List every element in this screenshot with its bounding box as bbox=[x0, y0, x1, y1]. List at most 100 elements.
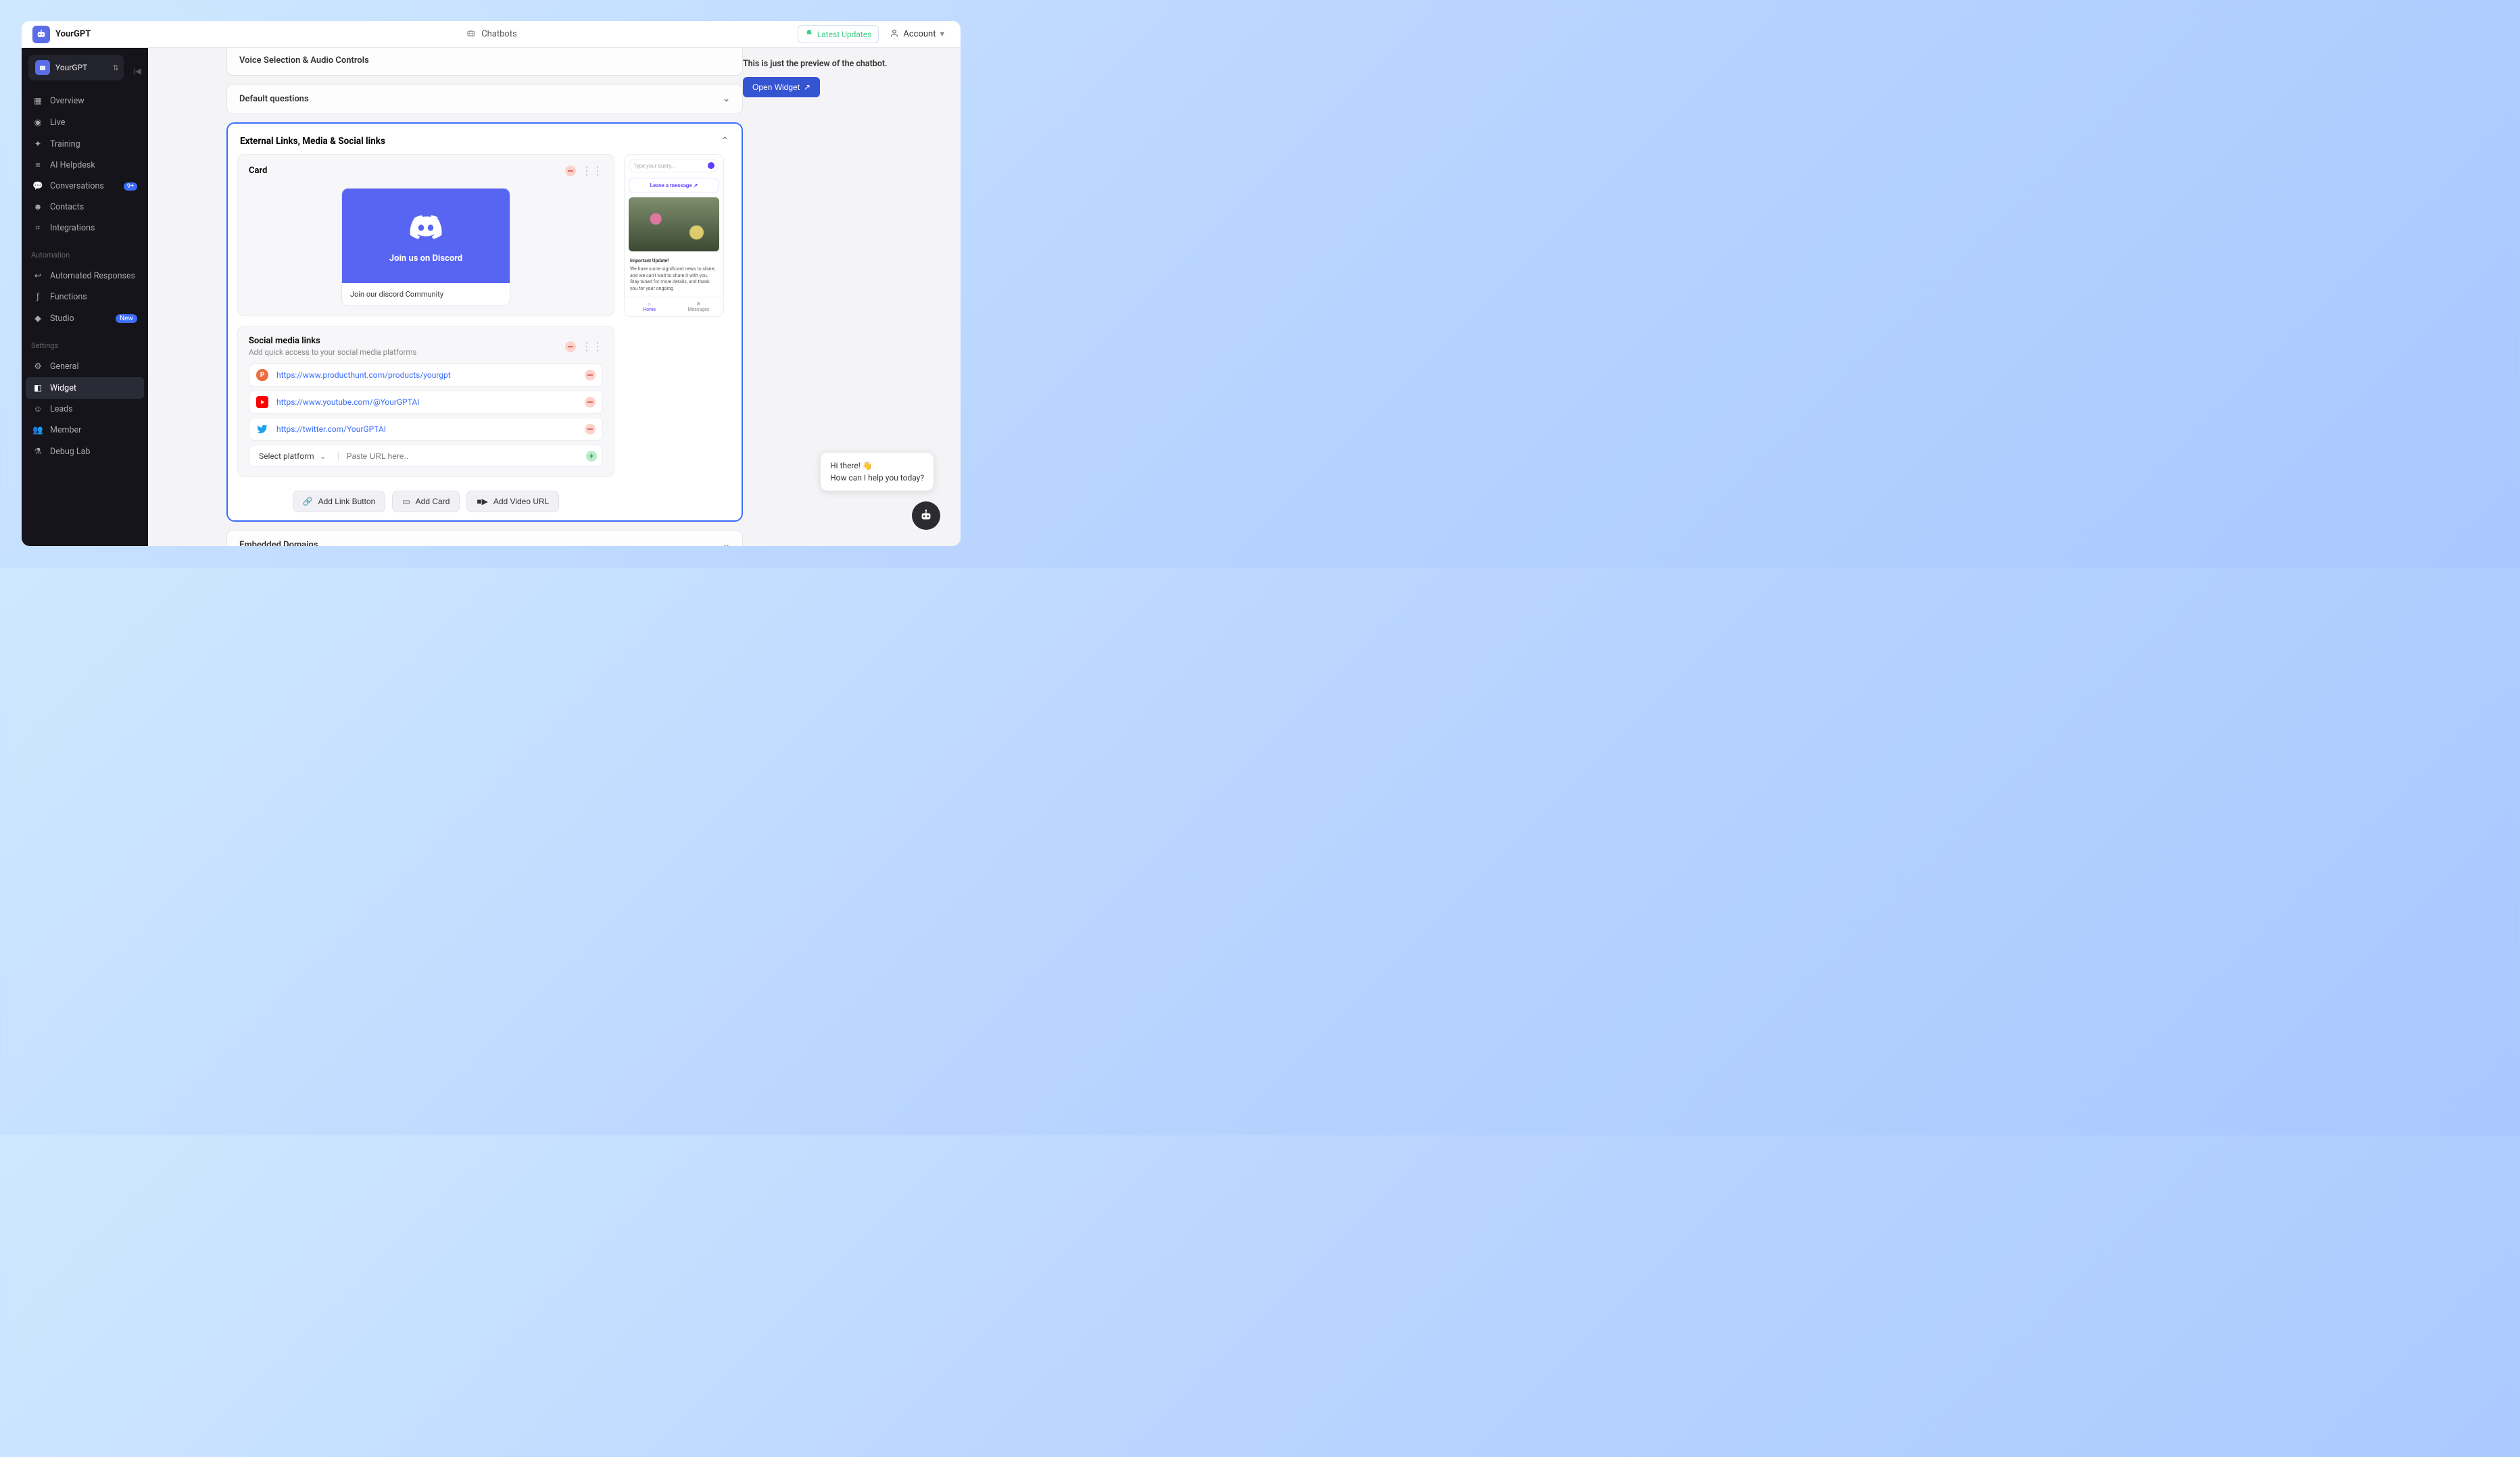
link-icon: 🔗 bbox=[303, 497, 313, 506]
social-link-row: https://www.youtube.com/@YourGPTAI bbox=[249, 391, 603, 414]
add-link-button[interactable] bbox=[586, 451, 597, 462]
section-voice[interactable]: Voice Selection & Audio Controls bbox=[226, 48, 743, 76]
remove-link-button[interactable] bbox=[585, 424, 596, 435]
remove-link-button[interactable] bbox=[585, 397, 596, 408]
card-editor: Card ⋮⋮ bbox=[237, 154, 614, 316]
user-icon bbox=[890, 28, 899, 41]
robot-icon bbox=[465, 28, 476, 41]
sidebar-item-studio[interactable]: ◆ Studio New bbox=[26, 307, 144, 329]
sidebar-item-live[interactable]: ◉ Live bbox=[26, 112, 144, 133]
sidebar-item-contacts[interactable]: ☻ Contacts bbox=[26, 197, 144, 218]
youtube-icon bbox=[256, 396, 268, 408]
preview-input: Type your query... bbox=[629, 159, 719, 172]
chat-icon: 💬 bbox=[32, 181, 43, 191]
sidebar: YourGPT ⇅ |◀ ▦ Overview ◉ Live ✦ Trainin… bbox=[22, 48, 148, 546]
chevron-down-icon: ⌄ bbox=[723, 540, 730, 546]
external-link-icon: ↗ bbox=[804, 82, 810, 92]
social-link[interactable]: https://www.producthunt.com/products/you… bbox=[276, 370, 451, 380]
workspace-selector[interactable]: YourGPT ⇅ bbox=[28, 55, 124, 80]
drag-handle-icon[interactable]: ⋮⋮ bbox=[581, 340, 603, 353]
discord-card-preview: Join us on Discord Join our discord Comm… bbox=[341, 188, 510, 306]
arrow-icon: ↗ bbox=[694, 182, 698, 189]
add-link-button-btn[interactable]: 🔗 Add Link Button bbox=[293, 491, 386, 512]
chevron-down-icon: ▾ bbox=[940, 29, 944, 39]
brand-name: YourGPT bbox=[55, 29, 91, 39]
live-icon: ◉ bbox=[32, 117, 43, 128]
social-link[interactable]: https://twitter.com/YourGPTAI bbox=[276, 424, 386, 434]
studio-icon: ◆ bbox=[32, 313, 43, 324]
training-icon: ✦ bbox=[32, 139, 43, 149]
chat-launcher-button[interactable] bbox=[912, 501, 940, 530]
preview-cta: Leave a message ↗ bbox=[629, 178, 719, 193]
sidebar-item-member[interactable]: 👥 Member bbox=[26, 420, 144, 441]
topbar-tab-chatbots[interactable]: Chatbots bbox=[481, 29, 517, 39]
sidebar-item-automated-responses[interactable]: ↩ Automated Responses bbox=[26, 265, 144, 287]
url-input[interactable] bbox=[347, 451, 579, 461]
add-social-row: Select platform ⌄ | bbox=[249, 445, 603, 467]
chevron-down-icon: ⌄ bbox=[320, 451, 326, 461]
social-links-editor: Social media links Add quick access to y… bbox=[237, 326, 614, 477]
sidebar-item-overview[interactable]: ▦ Overview bbox=[26, 90, 144, 112]
drag-handle-icon[interactable]: ⋮⋮ bbox=[581, 164, 603, 177]
video-icon: ■▶ bbox=[477, 497, 487, 506]
section-external-links: External Links, Media & Social links ⌃ C… bbox=[226, 122, 743, 522]
send-icon bbox=[708, 162, 714, 169]
sidebar-section-automation: Automation bbox=[22, 241, 148, 262]
section-embedded-domains[interactable]: Embedded Domains ⌄ bbox=[226, 530, 743, 546]
workspace-icon bbox=[35, 60, 50, 75]
section-default-questions[interactable]: Default questions ⌄ bbox=[226, 84, 743, 114]
producthunt-icon: P bbox=[256, 369, 268, 381]
widget-mini-preview: Type your query... Leave a message ↗ Per… bbox=[624, 154, 724, 317]
widget-icon: ◧ bbox=[32, 382, 43, 393]
sidebar-section-settings: Settings bbox=[22, 332, 148, 353]
preview-note: This is just the preview of the chatbot. bbox=[743, 59, 940, 69]
home-icon: ⌂ bbox=[625, 301, 674, 307]
account-menu[interactable]: Account ▾ bbox=[884, 25, 950, 44]
remove-card-button[interactable] bbox=[565, 166, 576, 176]
sort-icon: ⇅ bbox=[113, 64, 117, 72]
sidebar-item-functions[interactable]: ƒ Functions bbox=[26, 287, 144, 307]
panel-title: External Links, Media & Social links bbox=[240, 136, 385, 147]
preview-tab-messages: ✉ Messages bbox=[674, 297, 723, 316]
sidebar-item-debug-lab[interactable]: ⚗ Debug Lab bbox=[26, 441, 144, 462]
helpdesk-icon: ≡ bbox=[32, 160, 43, 170]
collapse-sidebar-icon[interactable]: |◀ bbox=[133, 66, 141, 76]
twitter-icon bbox=[256, 423, 268, 435]
sidebar-item-conversations[interactable]: 💬 Conversations 9+ bbox=[26, 176, 144, 197]
social-link-row: P https://www.producthunt.com/products/y… bbox=[249, 364, 603, 387]
preview-tab-home: ⌂ Home bbox=[625, 297, 674, 316]
member-icon: 👥 bbox=[32, 425, 43, 435]
chevron-up-icon[interactable]: ⌃ bbox=[721, 134, 729, 147]
preview-hero-image: Peridot bbox=[629, 197, 719, 251]
bell-icon bbox=[805, 29, 813, 39]
latest-updates-button[interactable]: Latest Updates bbox=[798, 25, 879, 43]
sidebar-item-helpdesk[interactable]: ≡ AI Helpdesk bbox=[26, 155, 144, 176]
chat-greeting-popup: Hi there! 👋 How can I help you today? bbox=[821, 453, 934, 491]
sidebar-item-leads[interactable]: ☺ Leads bbox=[26, 399, 144, 420]
social-link-row: https://twitter.com/YourGPTAI bbox=[249, 418, 603, 441]
contacts-icon: ☻ bbox=[32, 202, 43, 212]
discord-icon bbox=[407, 209, 445, 247]
brand-logo-icon bbox=[32, 26, 50, 43]
sidebar-item-general[interactable]: ⚙ General bbox=[26, 355, 144, 377]
function-icon: ƒ bbox=[32, 292, 43, 302]
chevron-down-icon: ⌄ bbox=[723, 94, 730, 104]
messages-icon: ✉ bbox=[674, 301, 723, 307]
remove-social-block-button[interactable] bbox=[565, 341, 576, 352]
topbar: YourGPT Chatbots Latest Updates Account … bbox=[22, 21, 961, 48]
remove-link-button[interactable] bbox=[585, 370, 596, 380]
add-video-btn[interactable]: ■▶ Add Video URL bbox=[466, 491, 559, 512]
reply-icon: ↩ bbox=[32, 270, 43, 281]
leads-icon: ☺ bbox=[32, 404, 43, 414]
sidebar-item-training[interactable]: ✦ Training bbox=[26, 133, 144, 155]
platform-select[interactable]: Select platform ⌄ bbox=[255, 450, 331, 462]
card-icon: ▭ bbox=[402, 497, 410, 506]
new-badge: New bbox=[116, 314, 137, 323]
sidebar-item-widget[interactable]: ◧ Widget bbox=[26, 377, 144, 399]
open-widget-button[interactable]: Open Widget ↗ bbox=[743, 77, 820, 97]
grid-icon: ▦ bbox=[32, 95, 43, 106]
sidebar-item-integrations[interactable]: ⌗ Integrations bbox=[26, 218, 144, 239]
robot-launcher-icon bbox=[919, 508, 934, 523]
social-link[interactable]: https://www.youtube.com/@YourGPTAI bbox=[276, 397, 420, 407]
add-card-btn[interactable]: ▭ Add Card bbox=[392, 491, 460, 512]
